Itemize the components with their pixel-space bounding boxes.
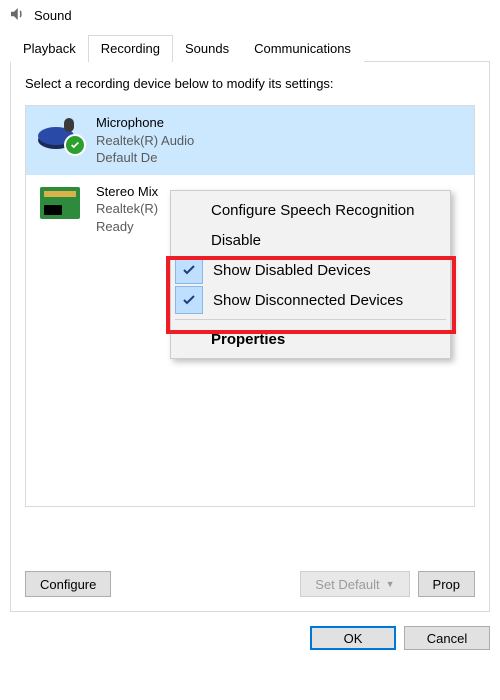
set-default-label: Set Default (315, 577, 379, 592)
check-icon (175, 286, 203, 314)
device-driver: Realtek(R) Audio (96, 132, 194, 150)
device-status: Default De (96, 149, 194, 167)
check-icon (175, 256, 203, 284)
set-default-button[interactable]: Set Default ▼ (300, 571, 409, 597)
dialog-button-row: OK Cancel (0, 612, 500, 650)
chevron-down-icon: ▼ (386, 579, 395, 589)
properties-button[interactable]: Prop (418, 571, 475, 597)
tab-recording[interactable]: Recording (88, 35, 173, 62)
cancel-button[interactable]: Cancel (404, 626, 490, 650)
ctx-spacer (175, 326, 201, 352)
sound-card-icon (36, 183, 84, 223)
device-row-microphone[interactable]: Microphone Realtek(R) Audio Default De (26, 106, 474, 175)
sound-dialog: Sound Playback Recording Sounds Communic… (0, 0, 500, 700)
microphone-icon (36, 114, 84, 154)
ctx-disable[interactable]: Disable (173, 225, 448, 255)
tab-playback[interactable]: Playback (10, 35, 89, 62)
ctx-label: Configure Speech Recognition (211, 202, 414, 219)
ctx-show-disabled[interactable]: Show Disabled Devices (173, 255, 448, 285)
ctx-label: Show Disconnected Devices (213, 292, 403, 309)
device-status: Ready (96, 218, 158, 236)
titlebar: Sound (0, 0, 500, 30)
default-badge-icon (64, 134, 86, 156)
device-driver: Realtek(R) (96, 200, 158, 218)
ctx-spacer (175, 227, 201, 253)
tab-sounds[interactable]: Sounds (172, 35, 242, 62)
sound-icon (8, 5, 26, 26)
tabstrip: Playback Recording Sounds Communications (10, 34, 490, 62)
context-menu: Configure Speech Recognition Disable Sho… (170, 190, 451, 359)
ctx-label: Properties (211, 331, 285, 348)
panel-button-row: Configure Set Default ▼ Prop (25, 571, 475, 597)
ctx-show-disconnected[interactable]: Show Disconnected Devices (173, 285, 448, 315)
ctx-configure-speech[interactable]: Configure Speech Recognition (173, 195, 448, 225)
ctx-label: Disable (211, 232, 261, 249)
device-text: Stereo Mix Realtek(R) Ready (96, 183, 158, 236)
device-name: Microphone (96, 114, 194, 132)
window-title: Sound (34, 8, 72, 23)
ctx-properties[interactable]: Properties (173, 324, 448, 354)
ctx-separator (175, 319, 446, 320)
ok-button[interactable]: OK (310, 626, 396, 650)
ctx-spacer (175, 197, 201, 223)
device-text: Microphone Realtek(R) Audio Default De (96, 114, 194, 167)
instruction-text: Select a recording device below to modif… (25, 76, 475, 91)
tab-communications[interactable]: Communications (241, 35, 364, 62)
device-name: Stereo Mix (96, 183, 158, 201)
configure-button[interactable]: Configure (25, 571, 111, 597)
ctx-label: Show Disabled Devices (213, 262, 371, 279)
